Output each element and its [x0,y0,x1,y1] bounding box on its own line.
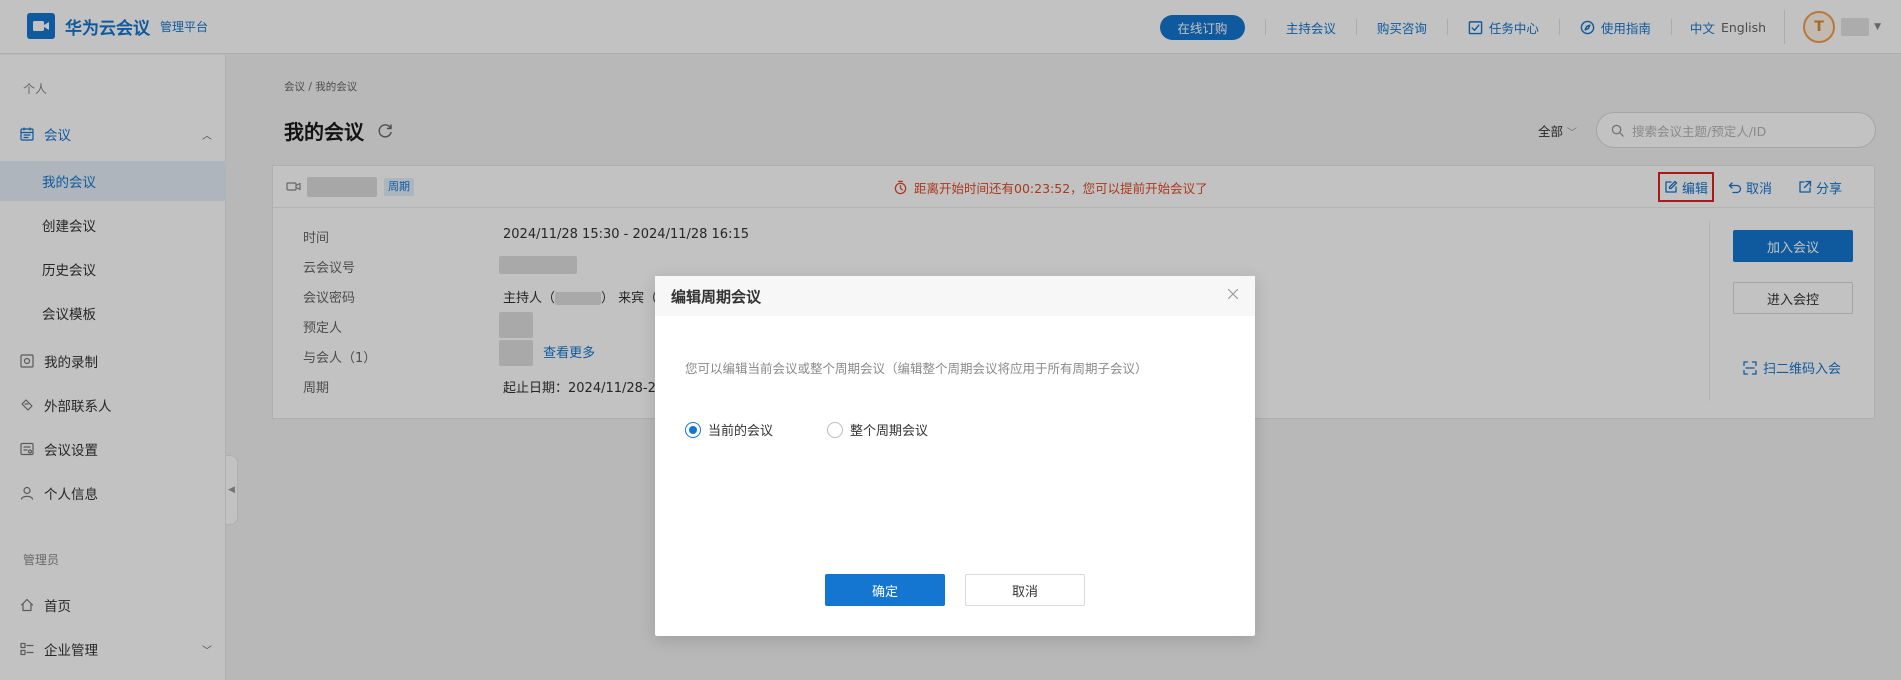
close-icon[interactable] [1225,286,1241,302]
dialog-description: 您可以编辑当前会议或整个周期会议（编辑整个周期会议将应用于所有周期子会议） [685,361,1148,376]
radio-button-checked[interactable] [685,421,701,438]
radio-all-recurring[interactable]: 整个周期会议 [827,420,928,439]
dialog-title: 编辑周期会议 [671,288,762,306]
radio-label: 整个周期会议 [850,424,929,439]
dialog-header: 编辑周期会议 [655,276,1255,316]
edit-recurring-meeting-dialog: 编辑周期会议 您可以编辑当前会议或整个周期会议（编辑整个周期会议将应用于所有周期… [655,276,1255,636]
confirm-button[interactable]: 确定 [825,574,945,606]
radio-label: 当前的会议 [708,424,774,439]
radio-current-meeting[interactable]: 当前的会议 [685,420,773,439]
radio-button-unchecked[interactable] [827,421,843,438]
cancel-button[interactable]: 取消 [965,574,1085,606]
